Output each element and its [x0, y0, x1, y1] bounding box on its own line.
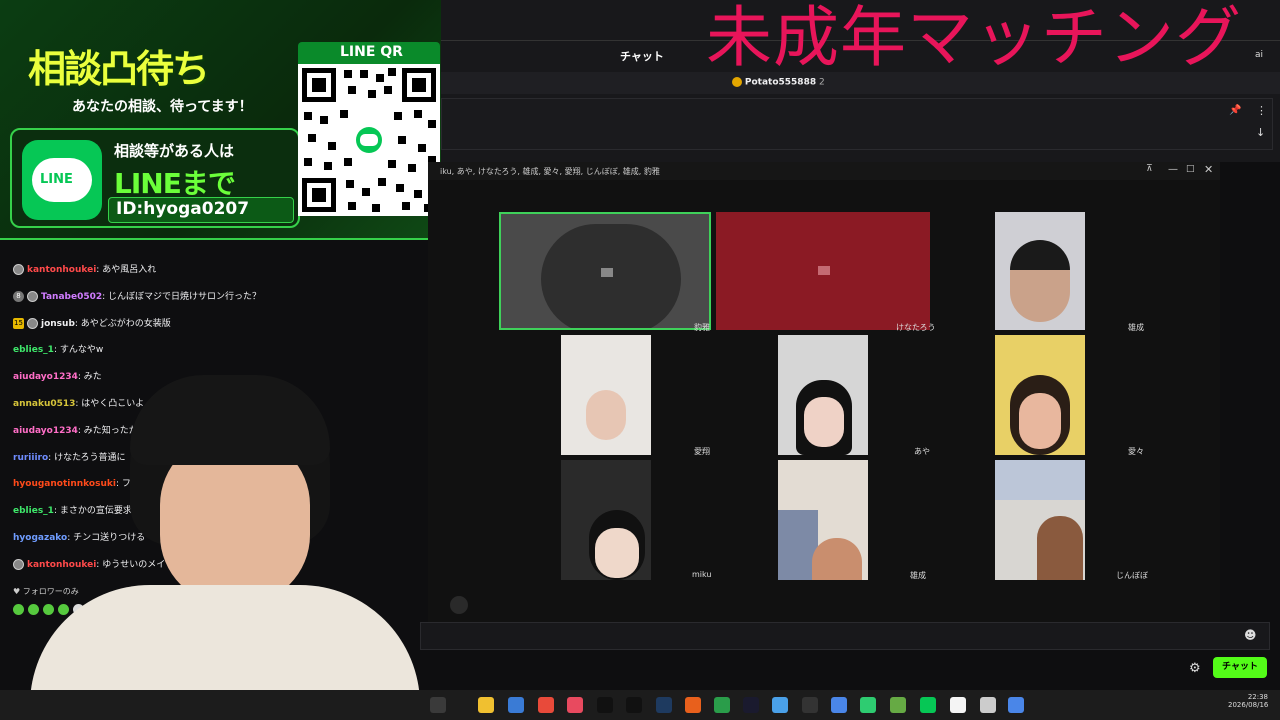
chat-send-button[interactable]: チャット	[1213, 657, 1267, 678]
line-promo-overlay: 相談凸待ち あなたの相談、待ってます！ LINE 相談等がある人は LINEまで…	[0, 0, 441, 240]
taskbar-app-icon[interactable]	[508, 697, 524, 713]
arrow-down-icon[interactable]: ↓	[1256, 126, 1265, 139]
taskbar-app-icon[interactable]	[656, 697, 672, 713]
tile-name: けなたろう	[896, 323, 936, 332]
taskbar-app-icon[interactable]	[626, 697, 642, 713]
user-avatar-icon	[27, 318, 38, 329]
chat-badge: 15	[13, 318, 24, 329]
taskbar-app-icon[interactable]	[538, 697, 554, 713]
line-app-icon	[450, 596, 468, 614]
tile-name: 雄成	[910, 571, 926, 580]
taskbar-app-icon[interactable]	[1008, 697, 1024, 713]
tile-name: miku	[692, 570, 712, 579]
taskbar-app-icon[interactable]	[980, 697, 996, 713]
tile-name: 豹雅	[694, 323, 710, 332]
chat-username[interactable]: eblies_1	[13, 345, 54, 355]
minimize-icon[interactable]: —	[1168, 164, 1178, 175]
maximize-icon[interactable]: □	[1186, 164, 1195, 174]
user-avatar-icon	[13, 559, 24, 570]
taskbar-app-icon[interactable]	[743, 697, 759, 713]
chat-badge: 8	[13, 291, 24, 302]
line-logo-icon: LINE	[22, 140, 102, 220]
taskbar-app-icon[interactable]	[831, 697, 847, 713]
emoji-icon[interactable]: ☻	[1244, 628, 1257, 642]
taskbar-app-icon[interactable]	[597, 697, 613, 713]
tile-name: 雄成	[1128, 323, 1144, 332]
taskbar-app-icon[interactable]	[860, 697, 876, 713]
tile-name: じんぼぼ	[1116, 571, 1148, 580]
pinned-message-box	[441, 98, 1273, 150]
chat-text: : すんなやw	[53, 345, 104, 355]
heart-icon: ♥	[13, 587, 21, 596]
chat-text: : じんぼぼマジで日焼けサロン行った？	[102, 292, 262, 302]
video-tile[interactable]	[995, 460, 1085, 580]
overlay-subline: あなたの相談、待ってます！	[72, 99, 253, 115]
user-avatar-icon	[27, 291, 38, 302]
stream-title-overlay: 未成年マッチング	[706, 0, 1242, 76]
user-avatar-icon	[13, 264, 24, 275]
emote-icon[interactable]	[13, 604, 24, 615]
overlay-cta-big: LINEまで	[114, 167, 236, 200]
chat-input[interactable]	[420, 622, 1270, 650]
video-tile[interactable]	[778, 335, 868, 455]
chat-message: 15 jonsub: あやどぶがわの女装版	[13, 318, 171, 330]
taskbar-app-icon[interactable]	[802, 697, 818, 713]
header-right-text: ai	[1255, 50, 1264, 60]
taskbar-app-icon[interactable]	[567, 697, 583, 713]
video-call-window: iku, あや, けなたろう, 雄成, 愛々, 愛翔, じんぼぼ, 雄成, 豹雅…	[428, 162, 1220, 630]
video-tile[interactable]	[778, 460, 868, 580]
video-tile[interactable]	[995, 335, 1085, 455]
chat-text: : あやどぶがわの女装版	[74, 319, 171, 329]
taskbar-clock[interactable]: 22:38 2026/08/16	[1228, 693, 1268, 709]
tile-name: 愛翔	[694, 447, 710, 456]
overlay-cta-small: 相談等がある人は	[114, 142, 235, 160]
taskbar-app-icon[interactable]	[685, 697, 701, 713]
taskbar-app-icon[interactable]	[890, 697, 906, 713]
more-options-icon[interactable]: ⋮	[1256, 104, 1267, 117]
video-tile[interactable]	[716, 212, 930, 330]
streamer-camera	[30, 375, 420, 690]
qr-code-graphic	[302, 68, 436, 212]
chat-username[interactable]: jonsub	[41, 319, 75, 329]
taskbar-app-icon[interactable]	[714, 697, 730, 713]
chat-username[interactable]: Tanabe0502	[41, 292, 102, 302]
camera-off-icon	[818, 266, 830, 275]
video-tile[interactable]	[499, 212, 711, 330]
chat-username[interactable]: kantonhoukei	[27, 265, 96, 275]
taskbar-app-icon[interactable]	[772, 697, 788, 713]
tile-name: あや	[914, 447, 930, 456]
video-tile[interactable]	[995, 212, 1085, 330]
qr-code	[298, 64, 440, 216]
participants-bar: iku, あや, けなたろう, 雄成, 愛々, 愛翔, じんぼぼ, 雄成, 豹雅	[440, 167, 660, 176]
chat-message: 8 Tanabe0502: じんぼぼマジで日焼けサロン行った？	[13, 291, 261, 303]
qr-label: LINE QR	[340, 44, 403, 60]
overlay-line-id: ID:hyoga0207	[116, 199, 250, 219]
window-pin-icon[interactable]: ⊼	[1146, 164, 1153, 174]
video-tile[interactable]	[561, 460, 651, 580]
taskbar-app-icon[interactable]	[920, 697, 936, 713]
tile-name: 愛々	[1128, 447, 1144, 456]
taskbar-app-icon[interactable]	[430, 697, 446, 713]
overlay-headline: 相談凸待ち	[28, 47, 210, 91]
settings-gear-icon[interactable]: ⚙	[1189, 661, 1201, 676]
camera-off-icon	[601, 268, 613, 277]
taskbar-app-icon[interactable]	[478, 697, 494, 713]
chat-message: eblies_1: すんなやw	[13, 344, 103, 356]
pin-icon[interactable]: 📌	[1229, 105, 1241, 116]
chat-text: : あや風呂入れ	[96, 265, 157, 275]
taskbar-app-icon[interactable]	[950, 697, 966, 713]
chat-message: kantonhoukei: あや風呂入れ	[13, 264, 156, 276]
video-tile[interactable]	[561, 335, 651, 455]
chat-header-title: チャット	[620, 50, 664, 63]
close-icon[interactable]: ✕	[1204, 163, 1213, 176]
